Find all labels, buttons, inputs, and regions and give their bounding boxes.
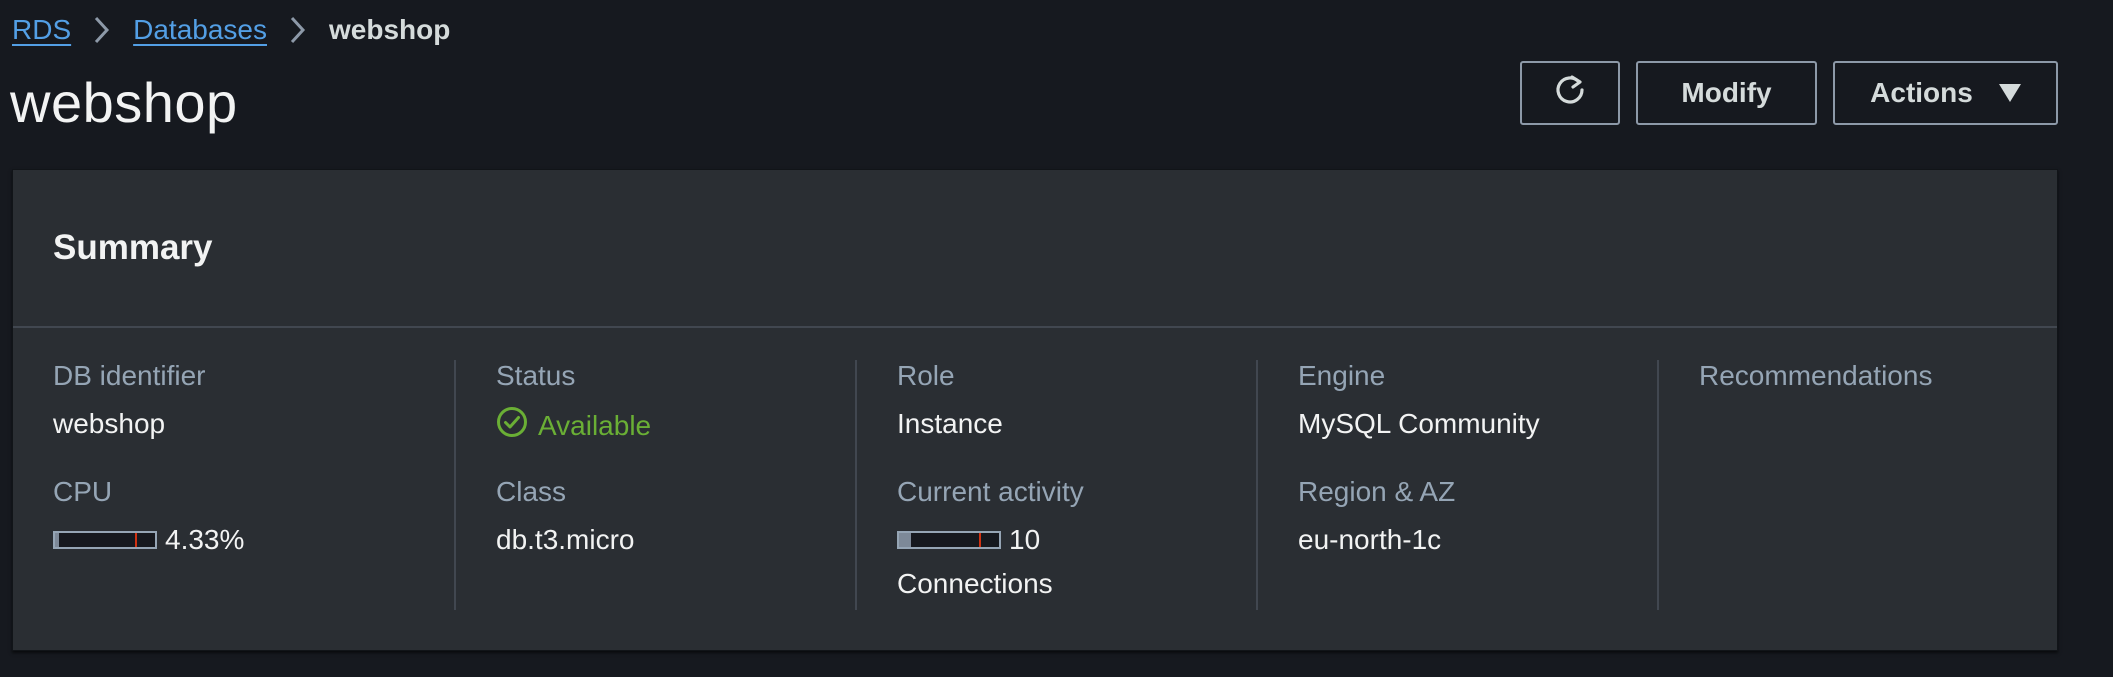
column-divider — [1657, 360, 1659, 610]
db-identifier-value: webshop — [53, 408, 166, 439]
column-divider — [855, 360, 857, 610]
summary-title: Summary — [53, 228, 213, 267]
status-badge: Available — [496, 406, 651, 445]
connections-label: Connections — [897, 568, 1053, 599]
rds-database-page: RDS Databases webshop webshop Modify Act… — [0, 0, 2113, 677]
activity-meter-row: 10 — [897, 524, 1040, 556]
engine-label: Engine — [1298, 360, 1386, 391]
role-value: Instance — [897, 408, 1003, 439]
actions-label: Actions — [1870, 77, 1973, 108]
summary-column-engine: Engine MySQL Community Region & AZ eu-no… — [1298, 360, 1648, 610]
class-label: Class — [496, 476, 567, 507]
caret-down-icon — [1998, 84, 2021, 102]
status-label: Status — [496, 360, 576, 391]
breadcrumb-link-rds[interactable]: RDS — [12, 14, 71, 46]
column-divider — [454, 360, 456, 610]
cpu-meter-row: 4.33% — [53, 524, 244, 556]
refresh-button[interactable] — [1520, 61, 1620, 125]
chevron-right-icon — [267, 15, 329, 45]
connections-meter-threshold — [979, 533, 981, 547]
refresh-icon — [1553, 73, 1587, 114]
cpu-meter-threshold — [135, 533, 137, 547]
summary-column-identifier: DB identifier webshop CPU 4.33% — [53, 360, 453, 610]
recommendations-label: Recommendations — [1699, 360, 1933, 391]
engine-value: MySQL Community — [1298, 408, 1540, 439]
chevron-right-icon — [71, 15, 133, 45]
cpu-meter — [53, 531, 157, 549]
class-value: db.t3.micro — [496, 524, 635, 555]
breadcrumb: RDS Databases webshop — [12, 12, 450, 48]
connections-value: 10 — [1009, 524, 1041, 555]
summary-column-status: Status Available Class db.t3.micro — [496, 360, 846, 610]
page-title: webshop — [10, 71, 238, 134]
summary-panel: Summary DB identifier webshop CPU 4.33% … — [12, 169, 2058, 651]
summary-column-role: Role Instance Current activity 10 Connec… — [897, 360, 1247, 610]
role-label: Role — [897, 360, 955, 391]
region-az-value: eu-north-1c — [1298, 524, 1442, 555]
breadcrumb-current: webshop — [329, 14, 451, 45]
status-value: Available — [538, 409, 652, 441]
current-activity-label: Current activity — [897, 476, 1084, 507]
summary-header: Summary — [13, 170, 2057, 328]
db-identifier-label: DB identifier — [53, 360, 206, 391]
cpu-meter-fill — [55, 533, 60, 547]
connections-meter-fill — [899, 533, 911, 547]
connections-meter — [897, 531, 1001, 549]
region-az-label: Region & AZ — [1298, 476, 1456, 507]
check-circle-icon — [496, 406, 528, 445]
modify-button[interactable]: Modify — [1636, 61, 1817, 125]
cpu-label: CPU — [53, 476, 113, 507]
summary-column-recommendations: Recommendations — [1699, 360, 2039, 610]
actions-dropdown-button[interactable]: Actions — [1833, 61, 2058, 125]
breadcrumb-link-databases[interactable]: Databases — [133, 14, 267, 46]
cpu-value: 4.33% — [165, 524, 245, 555]
column-divider — [1256, 360, 1258, 610]
